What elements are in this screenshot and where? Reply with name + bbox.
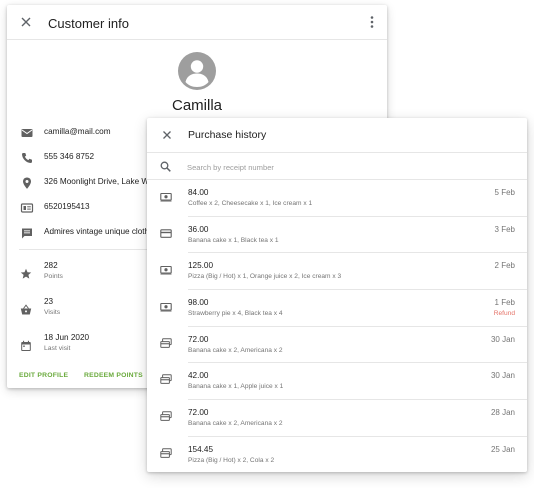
purchase-amount: 36.00 xyxy=(188,224,209,234)
purchase-date: 30 Jan xyxy=(490,371,515,381)
purchase-items: Coffee x 2, Cheesecake x 1, Ice cream x … xyxy=(188,200,313,207)
redeem-points-button[interactable]: REDEEM POINTS xyxy=(84,372,143,379)
purchase-date: 3 Feb xyxy=(494,224,515,234)
purchase-items: Banana cake x 1, Black tea x 1 xyxy=(188,236,279,244)
purchase-row[interactable]: 84.00 Coffee x 2, Cheesecake x 1, Ice cr… xyxy=(147,180,527,217)
basket-icon xyxy=(20,304,32,315)
edit-profile-button[interactable]: EDIT PROFILE xyxy=(19,372,68,379)
search-bar xyxy=(147,153,527,180)
purchase-amount: 72.00 xyxy=(188,408,209,418)
customer-info-header: Customer info xyxy=(7,5,387,40)
divider xyxy=(19,249,151,250)
purchase-amount: 84.00 xyxy=(188,188,209,197)
close-icon[interactable] xyxy=(19,15,33,29)
last-visit-label: Last visit xyxy=(44,345,71,352)
search-icon xyxy=(160,161,171,172)
split-payment-icon xyxy=(160,448,172,458)
cash-icon xyxy=(160,303,172,312)
phone-text: 555 346 8752 xyxy=(44,152,95,161)
purchase-row[interactable]: 36.00 Banana cake x 1, Black tea x 1 3 F… xyxy=(147,217,527,254)
purchase-date: 28 Jan xyxy=(490,408,515,418)
note-text: Admires vintage unique cloth xyxy=(44,227,150,236)
more-vert-icon[interactable] xyxy=(370,15,374,29)
phone-icon xyxy=(22,153,32,163)
purchase-amount: 72.00 xyxy=(188,334,209,344)
cash-icon xyxy=(160,266,172,275)
address-text: 326 Moonlight Drive, Lake W xyxy=(44,177,150,186)
purchase-date: 5 Feb xyxy=(494,188,515,197)
purchase-amount: 98.00 xyxy=(188,298,209,308)
split-payment-icon xyxy=(160,374,172,385)
avatar xyxy=(178,52,216,90)
email-text: camilla@mail.com xyxy=(44,127,111,136)
split-payment-icon xyxy=(160,411,172,422)
close-icon[interactable] xyxy=(160,128,174,142)
location-icon xyxy=(23,177,31,189)
purchase-items: Banana cake x 1, Apple juice x 1 xyxy=(188,383,284,391)
purchase-history-header: Purchase history xyxy=(147,118,527,153)
purchase-amount: 125.00 xyxy=(188,261,214,271)
purchase-items: Strawberry pie x 4, Black tea x 4 xyxy=(188,310,283,318)
purchase-items: Banana cake x 2, Americana x 2 xyxy=(188,346,283,354)
points-value: 282 xyxy=(44,261,58,270)
purchase-row[interactable]: 154.45 Pizza (Big / Hot) x 2, Cola x 2 2… xyxy=(147,437,527,472)
customer-info-title: Customer info xyxy=(48,16,129,31)
purchase-list: 84.00 Coffee x 2, Cheesecake x 1, Ice cr… xyxy=(147,180,527,472)
purchase-row[interactable]: 72.00 Banana cake x 2, Americana x 2 30 … xyxy=(147,327,527,364)
cash-icon xyxy=(160,192,172,202)
purchase-items: Banana cake x 2, Americana x 2 xyxy=(188,420,283,428)
purchase-row[interactable]: 72.00 Banana cake x 2, Americana x 2 28 … xyxy=(147,400,527,437)
split-payment-icon xyxy=(160,338,172,348)
email-icon xyxy=(21,129,33,137)
card-icon xyxy=(160,228,172,238)
visits-label: Visits xyxy=(44,309,61,316)
purchase-date: 2 Feb xyxy=(494,261,515,271)
purchase-amount: 42.00 xyxy=(188,371,209,381)
purchase-date: 25 Jan xyxy=(490,444,515,454)
refund-badge: Refund xyxy=(493,310,515,318)
purchase-history-title: Purchase history xyxy=(188,129,267,141)
purchase-history-card: Purchase history 84.00 Coffee x 2, Chees… xyxy=(147,118,527,472)
purchase-date: 30 Jan xyxy=(490,334,515,344)
last-visit-value: 18 Jun 2020 xyxy=(44,333,90,342)
visits-value: 23 xyxy=(44,297,54,306)
id-text: 6520195413 xyxy=(44,202,90,211)
star-icon xyxy=(20,268,32,279)
calendar-icon xyxy=(21,340,31,351)
purchase-items: Pizza (Big / Hot) x 2, Cola x 2 xyxy=(188,456,275,464)
customer-name: Camilla xyxy=(171,97,222,114)
purchase-amount: 154.45 xyxy=(188,444,214,454)
id-card-icon xyxy=(20,203,34,213)
purchase-row[interactable]: 125.00 Pizza (Big / Hot) x 1, Orange jui… xyxy=(147,253,527,291)
purchase-row[interactable]: 42.00 Banana cake x 1, Apple juice x 1 3… xyxy=(147,363,527,401)
purchase-items: Pizza (Big / Hot) x 1, Orange juice x 2,… xyxy=(188,273,342,281)
points-label: Points xyxy=(44,273,63,280)
purchase-row[interactable]: 98.00 Strawberry pie x 4, Black tea x 4 … xyxy=(147,290,527,327)
note-icon xyxy=(22,228,32,239)
purchase-date: 1 Feb xyxy=(494,298,515,308)
search-input[interactable] xyxy=(187,159,507,175)
